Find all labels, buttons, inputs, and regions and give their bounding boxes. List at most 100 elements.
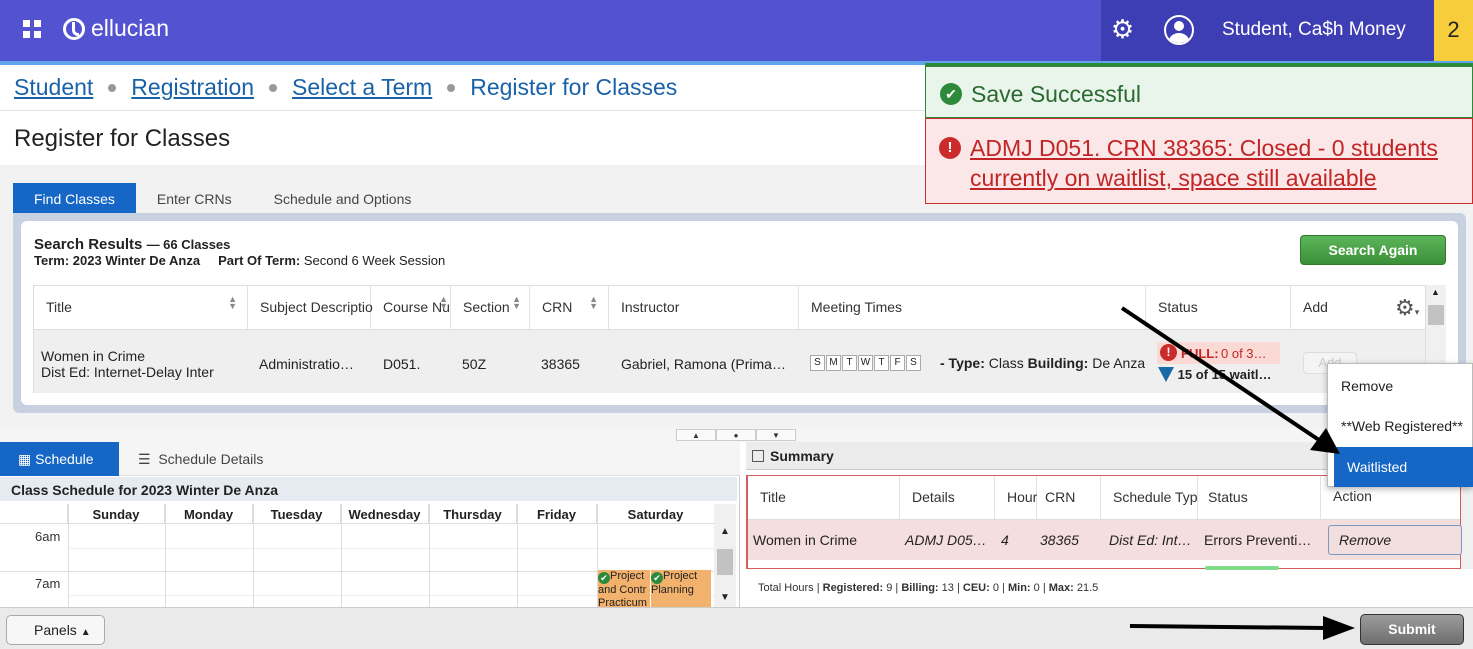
- search-results-title: Search Results: [34, 236, 143, 253]
- error-notification: ! ADMJ D051. CRN 38365: Closed - 0 stude…: [925, 118, 1473, 204]
- column-header-meeting-times[interactable]: Meeting Times: [799, 286, 1146, 329]
- scroll-up-icon[interactable]: ▲: [1431, 287, 1440, 297]
- waitlist-status: 15 of 15 waitl…: [1158, 367, 1272, 382]
- gear-icon[interactable]: ⚙: [1110, 16, 1135, 42]
- dropdown-option-remove[interactable]: Remove: [1328, 366, 1473, 406]
- list-icon: ☰: [138, 451, 151, 467]
- search-results-count: — 66 Classes: [146, 237, 231, 252]
- column-header-instructor[interactable]: Instructor: [609, 286, 799, 329]
- day-wednesday: W: [858, 355, 873, 371]
- tab-enter-crns[interactable]: Enter CRNs: [136, 183, 253, 213]
- column-header-schedule-type[interactable]: Schedule Typ: [1101, 476, 1198, 519]
- brand-name: ellucian: [91, 15, 169, 41]
- breadcrumb-separator: [269, 83, 278, 92]
- check-icon: ✔: [598, 572, 610, 584]
- tab-schedule-details[interactable]: ☰ Schedule Details: [138, 442, 263, 476]
- user-name[interactable]: Student, Ca$h Money: [1222, 19, 1406, 41]
- summary-schedule-type-cell: Dist Ed: Int…: [1109, 532, 1192, 548]
- dropdown-option-web-registered[interactable]: **Web Registered**: [1328, 406, 1473, 446]
- summary-details-cell: ADMJ D05…: [905, 532, 987, 548]
- instructor-link[interactable]: Gabriel, Ramona: [621, 356, 727, 372]
- day-header: Friday: [517, 504, 597, 523]
- tab-find-classes[interactable]: Find Classes: [13, 183, 136, 213]
- summary-course-link[interactable]: Women in Crime: [753, 532, 857, 548]
- day-saturday: S: [906, 355, 921, 371]
- search-again-button[interactable]: Search Again: [1300, 235, 1446, 265]
- schedule-event[interactable]: ✔Project and Contr Practicum and Control: [598, 570, 650, 607]
- action-select[interactable]: Remove: [1328, 525, 1462, 555]
- time-row: 6am: [0, 525, 714, 572]
- grid-menu-icon[interactable]: [23, 20, 41, 38]
- course-number-cell: D051.: [383, 356, 421, 372]
- scroll-down-icon[interactable]: ▼: [720, 592, 730, 603]
- instructor-cell: Gabriel, Ramona (Prima…: [621, 356, 786, 372]
- search-results-heading: Search Results — 66 Classes: [34, 236, 230, 253]
- day-header: Tuesday: [253, 504, 341, 523]
- summary-title: Summary: [770, 448, 834, 464]
- subject-cell: Administratio…: [259, 356, 354, 372]
- schedule-tabs: ▦ Schedule ☰ Schedule Details: [0, 442, 740, 476]
- calendar-header: Sunday Monday Tuesday Wednesday Thursday…: [0, 504, 714, 524]
- column-header-status[interactable]: Status: [1198, 476, 1321, 519]
- term-label: Term:: [34, 253, 70, 268]
- table-settings-gear-icon[interactable]: ⚙▾: [1395, 295, 1419, 321]
- course-title-link[interactable]: Women in Crime: [41, 348, 145, 364]
- page-title: Register for Classes: [14, 125, 231, 152]
- check-icon: ✔: [651, 572, 663, 584]
- splitter-up-button[interactable]: ▲: [676, 429, 716, 441]
- column-header-status[interactable]: Status: [1146, 286, 1291, 329]
- schedule-calendar: Sunday Monday Tuesday Wednesday Thursday…: [0, 504, 714, 619]
- column-header-title[interactable]: Title ▲ ▼: [34, 286, 248, 329]
- error-icon: !: [1160, 344, 1177, 361]
- error-message[interactable]: ADMJ D051. CRN 38365: Closed - 0 student…: [970, 133, 1460, 193]
- summary-icon: [752, 450, 764, 462]
- panels-button[interactable]: Panels ▲: [6, 615, 105, 645]
- scroll-up-icon[interactable]: ▲: [720, 526, 730, 537]
- breadcrumb-student[interactable]: Student: [14, 74, 93, 101]
- column-header-section[interactable]: Section ▲ ▼: [451, 286, 530, 329]
- day-header: Monday: [165, 504, 253, 523]
- breadcrumb-select-term[interactable]: Select a Term: [292, 74, 432, 101]
- day-friday: F: [890, 355, 905, 371]
- day-header: Thursday: [429, 504, 517, 523]
- column-header-details[interactable]: Details: [900, 476, 995, 519]
- day-monday: M: [826, 355, 841, 371]
- summary-scrollbar[interactable]: [1461, 475, 1473, 569]
- tab-schedule-options[interactable]: Schedule and Options: [253, 183, 433, 213]
- tab-schedule[interactable]: ▦ Schedule: [0, 442, 119, 476]
- sort-icon: ▲ ▼: [228, 294, 237, 311]
- ellucian-logo: ellucian: [63, 15, 169, 42]
- summary-crn-cell: 38365: [1040, 532, 1079, 548]
- section-cell: 50Z: [462, 356, 487, 372]
- table-header: Title ▲ ▼ Subject Descriptio Course Nu ▲ ▼ S…: [34, 286, 1425, 330]
- column-header-course[interactable]: Course Nu ▲ ▼: [371, 286, 451, 329]
- breadcrumb-registration[interactable]: Registration: [131, 74, 254, 101]
- column-header-crn[interactable]: CRN: [1037, 476, 1101, 519]
- check-icon: ✔: [940, 83, 962, 105]
- column-header-subject[interactable]: Subject Descriptio: [248, 286, 373, 329]
- success-message: Save Successful: [971, 81, 1142, 107]
- sort-icon: ▲ ▼: [512, 294, 521, 311]
- scrollbar-thumb[interactable]: [1428, 305, 1444, 325]
- splitter-down-button[interactable]: ▼: [756, 429, 796, 441]
- summary-status-link[interactable]: Errors Preventi…: [1204, 532, 1311, 548]
- submit-button[interactable]: Submit: [1360, 614, 1464, 645]
- crn-cell: 38365: [541, 356, 580, 372]
- notification-count[interactable]: 2: [1434, 0, 1473, 61]
- day-header: Saturday: [627, 507, 684, 522]
- status-full-badge: ! FULL: 0 of 3…: [1157, 342, 1280, 364]
- splitter-center-button[interactable]: ●: [716, 429, 756, 441]
- calendar-icon: ▦: [18, 451, 32, 467]
- scrollbar-thumb[interactable]: [717, 549, 733, 575]
- part-of-term-label: Part Of Term:: [218, 253, 301, 268]
- schedule-event[interactable]: ✔ Project Planning: [651, 570, 711, 607]
- column-header-crn[interactable]: CRN ▲ ▼: [530, 286, 609, 329]
- dropdown-option-waitlisted[interactable]: Waitlisted: [1334, 447, 1473, 487]
- calendar-scrollbar[interactable]: ▲ ▼: [714, 504, 736, 607]
- summary-hours-cell: 4: [1001, 532, 1009, 548]
- schedule-title: Class Schedule for 2023 Winter De Anza: [0, 477, 737, 501]
- user-avatar-icon[interactable]: [1164, 15, 1194, 45]
- breadcrumb-current: Register for Classes: [470, 74, 678, 100]
- column-header-hours[interactable]: Hour: [995, 476, 1037, 519]
- column-header-title[interactable]: Title: [748, 476, 900, 519]
